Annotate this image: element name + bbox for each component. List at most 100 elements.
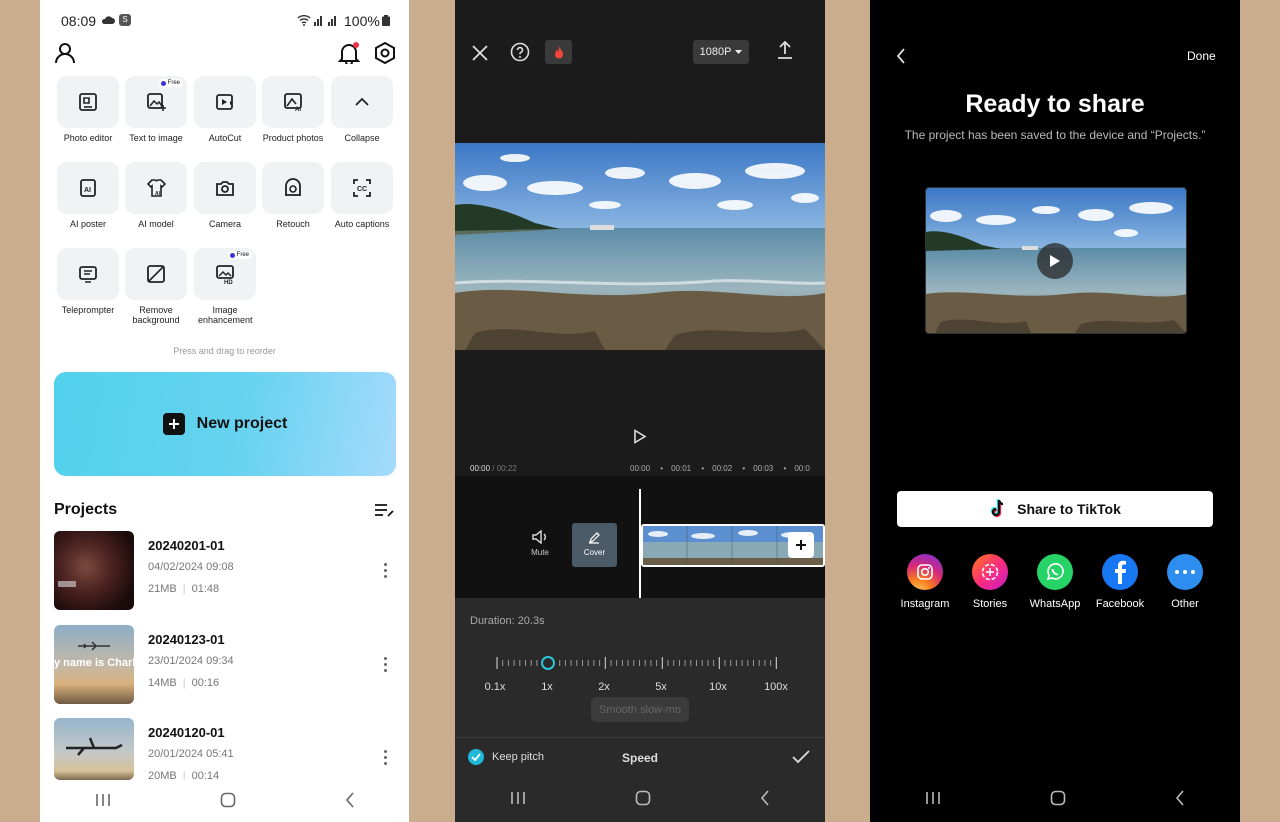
share-screen: Done Ready to share The project has been… [870,0,1240,822]
tool-ai-poster[interactable]: AI [57,162,119,214]
tool-teleprompter[interactable] [57,248,119,300]
flame-icon [554,45,564,59]
share-facebook[interactable]: Facebook [1088,554,1152,610]
video-preview[interactable] [455,143,825,350]
share-instagram[interactable]: Instagram [893,554,957,610]
tool-retouch[interactable] [262,162,324,214]
tool-label: Collapse [344,133,380,143]
project-thumbnail [54,718,134,780]
play-icon[interactable] [633,429,647,444]
boost-button[interactable] [545,40,572,64]
play-button[interactable] [1037,243,1073,279]
tool-text-to-image[interactable]: Free [125,76,187,128]
new-project-button[interactable]: New project [54,372,396,476]
pencil-icon [588,532,600,544]
signal-icon [314,14,340,26]
project-meta: 21MB | 01:48 [148,583,220,595]
facebook-icon [1102,554,1138,590]
share-label: Facebook [1095,598,1145,610]
confirm-check-icon[interactable] [792,750,810,764]
free-badge: Free [227,251,252,259]
export-icon[interactable] [777,41,793,59]
panel-title: Speed [621,751,658,765]
share-label: WhatsApp [1029,598,1081,610]
project-thumbnail: y name is Charl [54,625,134,704]
close-icon[interactable] [471,44,489,62]
tool-auto-captions[interactable]: CC [331,162,393,214]
add-clip-button[interactable] [788,532,814,558]
sort-list-icon[interactable] [374,502,394,518]
back-icon[interactable] [345,792,355,808]
speed-mark-label: 100x [764,681,788,693]
mute-button[interactable]: Mute [525,530,555,557]
speaker-icon [532,530,548,544]
speed-slider[interactable] [495,655,780,671]
teleprompter-icon [78,264,98,284]
playhead[interactable] [639,489,641,598]
tool-autocut[interactable] [194,76,256,128]
chevron-up-icon [354,97,370,107]
help-icon[interactable] [510,42,530,62]
speed-mark-label: 2x [598,681,610,693]
recent-apps-icon[interactable] [510,791,526,805]
back-chevron-icon[interactable] [896,48,906,64]
tool-remove-background[interactable] [125,248,187,300]
share-label: Stories [972,598,1008,610]
tiktok-logo-icon [989,499,1007,519]
tool-photo-editor[interactable] [57,76,119,128]
home-icon[interactable] [220,792,236,808]
cover-button[interactable]: Cover [572,523,617,567]
product-photos-icon: AI [283,92,303,112]
share-whatsapp[interactable]: WhatsApp [1023,554,1087,610]
speed-mark-label: 1x [541,681,553,693]
tool-ai-model[interactable]: AI [125,162,187,214]
project-row[interactable]: 20240201-01 04/02/2024 09:08 21MB | 01:48 [54,531,399,611]
caret-down-icon [735,49,743,55]
beach-video-frame [455,143,825,350]
tool-camera[interactable] [194,162,256,214]
tool-product-photos[interactable]: AI [262,76,324,128]
done-button[interactable]: Done [1187,49,1216,63]
projects-title: Projects [54,501,118,518]
ai-poster-icon: AI [78,178,98,198]
project-name: 20240120-01 [148,725,225,740]
tool-label: Image enhancement [198,305,253,325]
more-options-icon[interactable] [384,750,388,768]
system-nav-bar [455,778,825,818]
new-project-label: New project [196,415,288,432]
whatsapp-icon [1037,554,1073,590]
plus-square-icon [162,413,185,435]
retouch-icon [283,178,303,198]
more-options-icon[interactable] [384,657,388,675]
project-row[interactable]: y name is Charl 20240123-01 23/01/2024 0… [54,625,399,705]
settings-hexagon-icon[interactable] [374,42,396,64]
s-app-icon: S [119,14,131,26]
speed-slider-ticks [496,657,777,669]
divider [455,737,825,738]
home-icon[interactable] [1050,790,1066,806]
recent-apps-icon[interactable] [95,793,111,807]
back-icon[interactable] [760,790,770,806]
share-other[interactable]: Other [1153,554,1217,610]
back-icon[interactable] [1175,790,1185,806]
share-to-tiktok-button[interactable]: Share to TikTok [897,491,1213,527]
recent-apps-icon[interactable] [925,791,941,805]
tiktok-button-label: Share to TikTok [1017,501,1121,517]
profile-icon[interactable] [54,42,76,64]
more-horizontal-icon [1167,554,1203,590]
status-time: 08:09 [61,13,97,29]
battery-percent: 100% [344,13,380,29]
smooth-slow-mo-button[interactable]: Smooth slow-mo [591,697,689,722]
svg-text:AI: AI [84,187,91,194]
speed-slider-thumb[interactable] [541,656,555,670]
project-date: 20/01/2024 05:41 [148,748,234,760]
more-options-icon[interactable] [384,563,388,581]
notification-bell-icon[interactable] [338,42,360,64]
svg-text:HD: HD [224,280,233,284]
tool-image-enhancement[interactable]: HD Free [194,248,256,300]
share-stories[interactable]: Stories [958,554,1022,610]
resolution-dropdown[interactable]: 1080P [693,40,749,64]
home-icon[interactable] [635,790,651,806]
tool-collapse[interactable] [331,76,393,128]
play-icon [1049,254,1061,268]
